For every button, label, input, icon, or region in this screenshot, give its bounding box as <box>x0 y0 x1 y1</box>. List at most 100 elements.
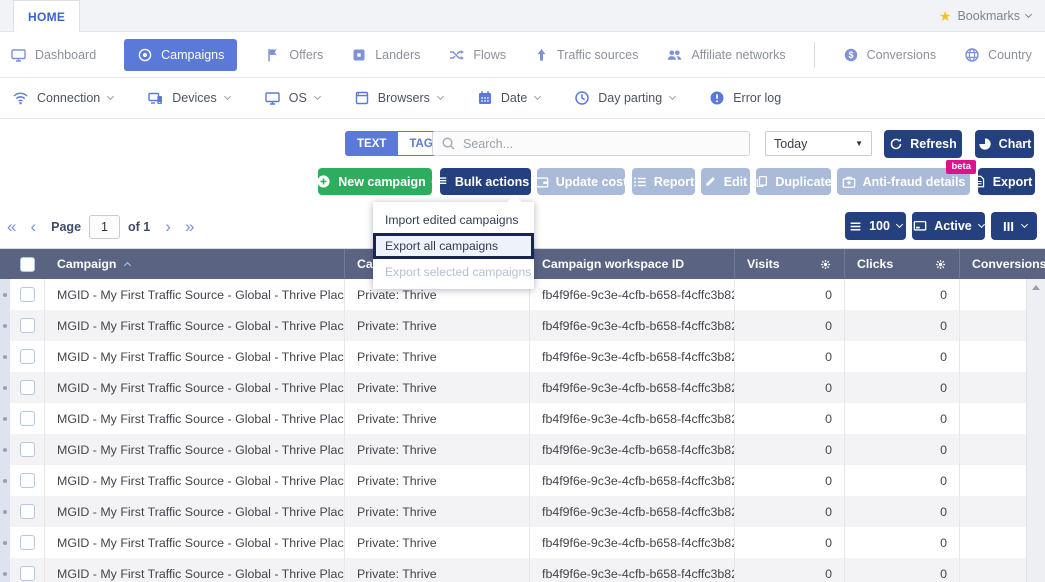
filter-day-parting[interactable]: Day parting <box>574 90 675 106</box>
cell-campaign-name[interactable]: MGID - My First Traffic Source - Global … <box>45 403 345 434</box>
nav-item-offers[interactable]: Offers <box>265 47 323 63</box>
cell-campaign-name[interactable]: MGID - My First Traffic Source - Global … <box>45 279 345 310</box>
nav-item-campaigns[interactable]: Campaigns <box>124 39 237 71</box>
nav-item-flows[interactable]: Flows <box>448 47 506 63</box>
nav-item-conversions[interactable]: $ Conversions <box>843 47 936 63</box>
row-checkbox[interactable] <box>20 566 35 581</box>
cell-workspace-id: fb4f9f6e-9c3e-4cfb-b658-f4cffc3b82f3 <box>530 434 735 465</box>
header-visits[interactable]: Visits <box>735 249 845 279</box>
cell-campaign-name[interactable]: MGID - My First Traffic Source - Global … <box>45 341 345 372</box>
rows-per-page-button[interactable]: 100 <box>845 212 906 240</box>
bulk-actions-button[interactable]: Bulk actions <box>440 168 531 195</box>
status-filter-button[interactable]: Active <box>912 212 985 240</box>
table-row[interactable]: MGID - My First Traffic Source - Global … <box>0 527 1026 558</box>
row-checkbox[interactable] <box>20 380 35 395</box>
page-input[interactable] <box>89 215 120 239</box>
cell-visits: 0 <box>735 527 845 558</box>
table-row[interactable]: MGID - My First Traffic Source - Global … <box>0 496 1026 527</box>
filter-browsers[interactable]: Browsers <box>354 90 443 106</box>
prev-page-button[interactable]: ‹ <box>23 218 43 235</box>
select-all-checkbox[interactable] <box>20 257 35 272</box>
gear-icon[interactable] <box>819 258 832 271</box>
row-checkbox[interactable] <box>20 349 35 364</box>
cell-campaign-name[interactable]: MGID - My First Traffic Source - Global … <box>45 372 345 403</box>
dot-icon <box>3 541 7 545</box>
search-input[interactable] <box>463 137 741 151</box>
report-button[interactable]: Report <box>632 168 695 195</box>
cell-campaign-name[interactable]: MGID - My First Traffic Source - Global … <box>45 496 345 527</box>
chart-button[interactable]: Chart <box>975 130 1034 158</box>
filter-os[interactable]: OS <box>264 90 320 106</box>
first-page-button[interactable]: « <box>0 218 23 235</box>
cell-campaign-name[interactable]: MGID - My First Traffic Source - Global … <box>45 465 345 496</box>
row-checkbox[interactable] <box>20 411 35 426</box>
tab-home[interactable]: HOME <box>13 0 80 32</box>
filter-connection[interactable]: Connection <box>12 90 113 106</box>
scroll-up-icon[interactable] <box>1032 285 1040 290</box>
document-icon <box>973 175 986 188</box>
gear-icon[interactable] <box>934 258 947 271</box>
row-checkbox[interactable] <box>20 442 35 457</box>
menu-item-import-edited[interactable]: Import edited campaigns <box>373 207 534 233</box>
table-row[interactable]: MGID - My First Traffic Source - Global … <box>0 465 1026 496</box>
table-row[interactable]: MGID - My First Traffic Source - Global … <box>0 403 1026 434</box>
date-range-select[interactable]: Today ▼ <box>765 131 872 156</box>
header-clicks[interactable]: Clicks <box>845 249 960 279</box>
cell-clicks: 0 <box>845 310 960 341</box>
menu-item-export-all[interactable]: Export all campaigns <box>373 233 534 259</box>
header-workspace-id[interactable]: Campaign workspace ID <box>530 249 735 279</box>
cell-campaign-name[interactable]: MGID - My First Traffic Source - Global … <box>45 527 345 558</box>
row-checkbox-cell <box>10 558 45 582</box>
cell-workspace: Private: Thrive <box>345 558 530 582</box>
export-button[interactable]: Export <box>978 168 1035 195</box>
new-campaign-button[interactable]: New campaign <box>318 168 432 195</box>
cell-campaign-name[interactable]: MGID - My First Traffic Source - Global … <box>45 310 345 341</box>
row-checkbox[interactable] <box>20 535 35 550</box>
nav-item-traffic-sources[interactable]: Traffic sources <box>534 47 638 63</box>
refresh-button[interactable]: Refresh <box>884 130 962 158</box>
filter-label: Date <box>501 91 527 105</box>
header-conversions[interactable]: Conversions <box>960 249 1045 279</box>
bookmarks-menu[interactable]: ★ Bookmarks <box>939 0 1031 32</box>
row-checkbox[interactable] <box>20 473 35 488</box>
filter-date[interactable]: Date <box>477 90 540 106</box>
columns-icon <box>1002 220 1015 233</box>
table-scrollbar[interactable] <box>1026 279 1045 582</box>
menu-item-export-selected[interactable]: Export selected campaigns <box>373 259 534 285</box>
cell-clicks: 0 <box>845 558 960 582</box>
table-row[interactable]: MGID - My First Traffic Source - Global … <box>0 341 1026 372</box>
header-campaign[interactable]: Campaign <box>45 249 345 279</box>
table-row[interactable]: MGID - My First Traffic Source - Global … <box>0 372 1026 403</box>
cell-workspace: Private: Thrive <box>345 403 530 434</box>
table-row[interactable]: MGID - My First Traffic Source - Global … <box>0 558 1026 582</box>
cell-campaign-name[interactable]: MGID - My First Traffic Source - Global … <box>45 434 345 465</box>
coin-dollar-icon: $ <box>843 47 859 63</box>
nav-item-country[interactable]: Country <box>964 47 1032 63</box>
row-checkbox[interactable] <box>20 287 35 302</box>
next-page-button[interactable]: › <box>158 218 178 235</box>
row-indicator <box>0 527 10 558</box>
dot-icon <box>3 293 7 297</box>
cell-campaign-name[interactable]: MGID - My First Traffic Source - Global … <box>45 558 345 582</box>
last-page-button[interactable]: » <box>178 218 201 235</box>
nav-item-landers[interactable]: Landers <box>351 47 420 63</box>
columns-button[interactable] <box>991 212 1037 240</box>
search-mode-text[interactable]: TEXT <box>345 131 398 156</box>
edit-button[interactable]: Edit <box>701 168 750 195</box>
table-row[interactable]: MGID - My First Traffic Source - Global … <box>0 310 1026 341</box>
table-row[interactable]: MGID - My First Traffic Source - Global … <box>0 434 1026 465</box>
row-indicator <box>0 341 10 372</box>
row-checkbox[interactable] <box>20 318 35 333</box>
filter-devices[interactable]: Devices <box>147 90 229 106</box>
nav-item-affiliate-networks[interactable]: Affiliate networks <box>666 47 785 63</box>
anti-fraud-button[interactable]: Anti-fraud details beta <box>837 168 970 195</box>
update-cost-button[interactable]: Update cost <box>537 168 625 195</box>
monitor-icon <box>10 47 27 63</box>
nav-label: Traffic sources <box>557 48 638 62</box>
filter-error-log[interactable]: Error log <box>709 90 781 106</box>
row-checkbox[interactable] <box>20 504 35 519</box>
pagination: « ‹ Page of 1 › » <box>0 213 201 240</box>
duplicate-button[interactable]: Duplicate <box>756 168 831 195</box>
nav-item-dashboard[interactable]: Dashboard <box>10 47 96 63</box>
hamburger-icon <box>849 220 862 233</box>
